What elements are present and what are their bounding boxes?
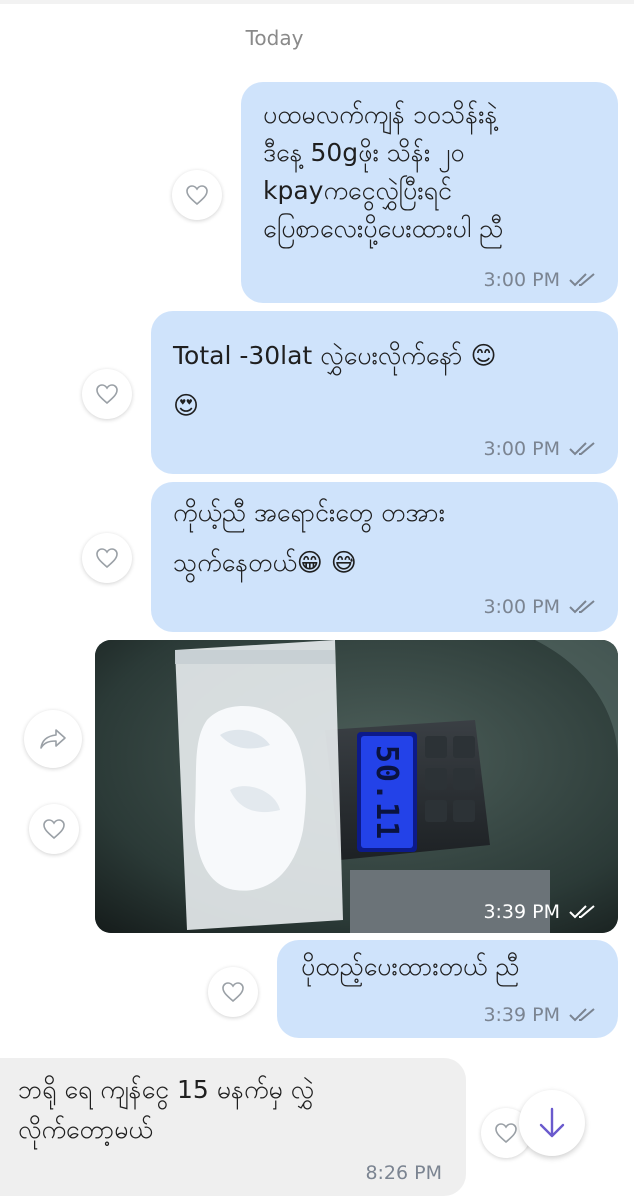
message-text-line: Total -30lat လွှဲပေးလိုက်နော် [173,341,471,370]
message-text: သွက်နေတယ်😁 😅 [173,544,357,581]
message-bubble-outgoing[interactable]: ကိုယ့်ညီ အရောင်းတွေ တအား သွက်နေတယ်😁 😅 3:… [151,482,618,632]
arrow-down-icon [539,1107,565,1138]
photo-message[interactable]: 50.11 3:39 PM [95,640,618,933]
react-heart-button[interactable] [82,369,132,419]
grinning-emoji-icon: 😁 [296,548,323,577]
top-divider [0,0,634,4]
message-meta: 3:00 PM [483,269,598,291]
heart-outline-icon [43,819,65,840]
message-time: 3:00 PM [483,596,560,618]
message-bubble-outgoing[interactable]: ပိုထည့်ပေးထားတယ် ညီ 3:39 PM [277,940,618,1038]
message-text-line: သွက်နေတယ် [173,548,297,577]
message-bubble-incoming[interactable]: ဘရို ရေ ကျန်ငွေ 15 မနက်မှ လွှဲ လိုက်တော့… [0,1058,466,1196]
heart-outline-icon [96,548,118,569]
forward-button[interactable] [24,710,82,768]
message-bubble-outgoing[interactable]: Total -30lat လွှဲပေးလိုက်နော် 😊 😍 3:00 P… [151,311,618,474]
double-check-icon [568,441,598,457]
heart-outline-icon [222,982,244,1003]
message-meta: 3:39 PM [483,901,598,923]
message-time: 3:39 PM [483,1004,560,1026]
react-heart-button[interactable] [29,804,79,854]
photo-image [95,640,618,933]
scale-reading: 50.11 [369,744,405,840]
date-separator: Today [245,26,304,50]
message-bubble-outgoing[interactable]: ပထမလက်ကျန် ၁၀သိန်းနဲ့ ဒီနေ့ 50gဖိုး သိန်… [241,82,618,303]
message-meta: 3:00 PM [483,438,598,460]
message-text-line: ကိုယ့်ညီ အရောင်းတွေ တအား [173,498,445,527]
message-meta: 3:39 PM [483,1004,598,1026]
message-text: ပထမလက်ကျန် ၁၀သိန်းနဲ့ ဒီနေ့ 50gဖိုး သိန်… [263,100,504,243]
message-time: 3:00 PM [483,438,560,460]
heart-outline-icon [96,384,118,405]
heart-eyes-emoji-icon: 😍 [173,391,200,420]
share-arrow-icon [40,729,66,749]
message-text: ပိုထည့်ပေးထားတယ် ညီ [301,952,520,981]
double-check-icon [568,1007,598,1023]
heart-outline-icon [186,185,208,206]
message-time: 8:26 PM [365,1162,442,1184]
heart-outline-icon [495,1123,517,1144]
double-check-icon [568,904,598,920]
react-heart-button[interactable] [208,967,258,1017]
message-time: 3:00 PM [483,269,560,291]
sweat-smile-emoji-icon: 😅 [330,548,357,577]
react-heart-button[interactable] [82,533,132,583]
scale-display: 50.11 [361,736,413,848]
message-meta: 3:00 PM [483,596,598,618]
message-text: Total -30lat လွှဲပေးလိုက်နော် 😊 [173,337,497,374]
double-check-icon [568,599,598,615]
message-text: ဘရို ရေ ကျန်ငွေ 15 မနက်မှ လွှဲ လိုက်တော့… [18,1075,315,1144]
smiling-emoji-icon: 😊 [470,341,497,370]
message-time: 3:39 PM [483,901,560,923]
double-check-icon [568,272,598,288]
scroll-to-bottom-button[interactable] [519,1090,585,1156]
react-heart-button[interactable] [172,170,222,220]
